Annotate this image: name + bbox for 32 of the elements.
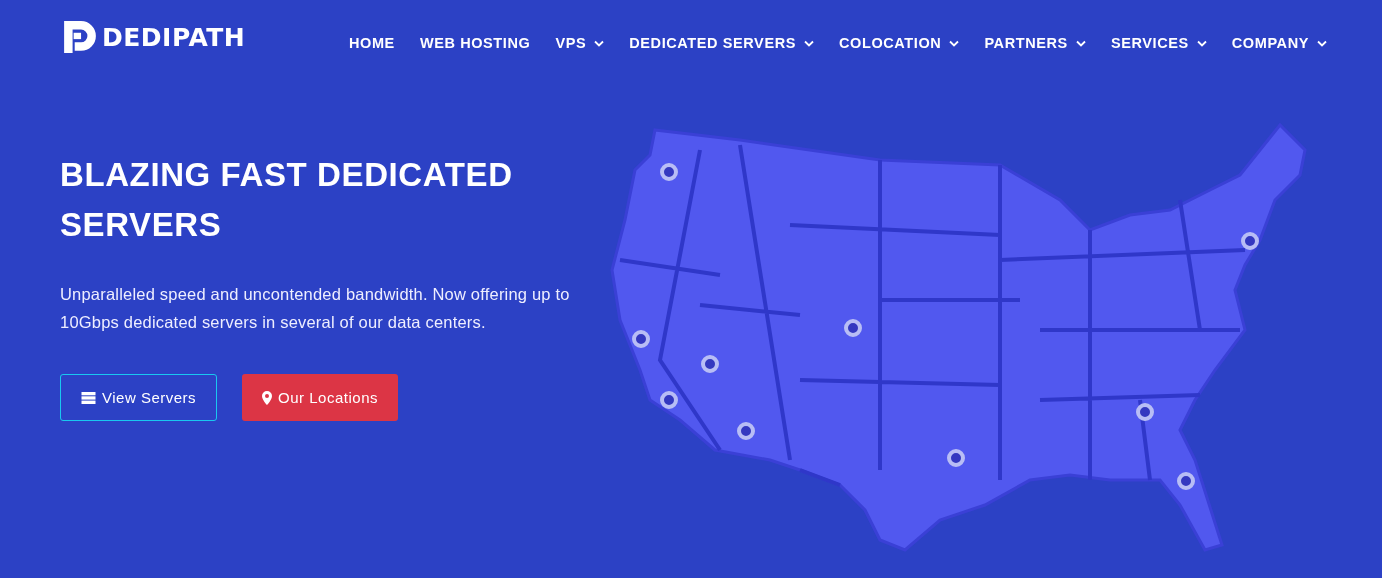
location-pin-icon (1241, 232, 1259, 250)
logo-icon (62, 19, 98, 55)
location-pin-icon (660, 163, 678, 181)
location-pin-icon (660, 391, 678, 409)
nav-link[interactable]: PARTNERS (984, 35, 1086, 51)
location-pin-icon (1136, 403, 1154, 421)
location-pin-icon (632, 330, 650, 348)
logo-text[interactable]: DEDIPATH (102, 22, 246, 52)
map-pin-icon (262, 390, 273, 405)
nav-link[interactable]: COMPANY (1231, 35, 1327, 51)
caret-icon (804, 39, 814, 47)
location-pin-icon (844, 319, 862, 337)
location-pin-icon (701, 355, 719, 373)
nav-link[interactable]: COLOCATION (839, 35, 960, 51)
caret-icon (1075, 39, 1086, 47)
locations-button[interactable]: Our Locations (242, 374, 398, 421)
server-icon (81, 391, 96, 404)
location-pin-icon (1177, 472, 1195, 490)
nav-link[interactable]: SERVICES (1110, 35, 1207, 51)
nav-link[interactable]: DEDICATED SERVERS (629, 35, 814, 51)
view-servers-button[interactable]: View Servers (60, 374, 218, 421)
nav-link[interactable]: HOME (348, 35, 395, 51)
caret-icon (594, 39, 605, 47)
hero-title: BLAZING FAST DEDICATED SERVERS (60, 155, 514, 245)
caret-icon (949, 39, 960, 47)
location-pin-icon (947, 449, 965, 467)
location-pin-icon (737, 422, 755, 440)
caret-icon (1196, 39, 1207, 47)
nav-link[interactable]: VPS (555, 35, 605, 51)
hero-text: Unparalleled speed and uncontended bandwidth. Now offering up to 10Gbps dedicated servers in several of our data centers. (60, 284, 571, 333)
nav-link[interactable]: WEB HOSTING (419, 35, 531, 51)
caret-icon (1317, 39, 1327, 47)
